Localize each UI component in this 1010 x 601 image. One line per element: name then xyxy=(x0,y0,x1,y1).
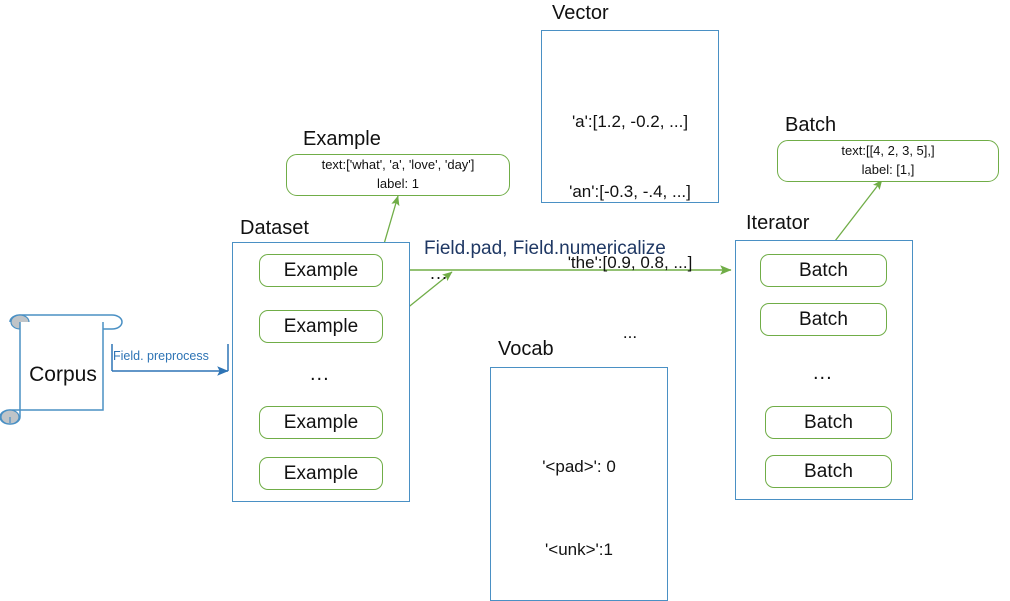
edge-label-pad-numericalize: Field.pad, Field.numericalize xyxy=(424,238,666,259)
dataset-item-ellipsis: ... xyxy=(310,363,330,385)
caption-example: Example xyxy=(303,128,381,150)
caption-vector: Vector xyxy=(552,2,609,24)
example-detail-label: label: 1 xyxy=(377,176,419,191)
caption-vocab: Vocab xyxy=(498,338,554,360)
vector-line-2: 'an':[-0.3, -.4, ...] xyxy=(569,182,691,202)
corpus-label: Corpus xyxy=(29,363,97,386)
pipeline-ellipsis: ... xyxy=(430,263,449,283)
vocab-content: '<pad>': 0 '<unk>':1 'a':2 'love':3 'wha… xyxy=(490,398,668,601)
example-detail-box: text:['what', 'a', 'love', 'day'] label:… xyxy=(286,154,510,196)
dataset-item-example-3[interactable]: Example xyxy=(259,406,383,439)
caption-batch-detail: Batch xyxy=(785,114,837,136)
iterator-item-batch-3[interactable]: Batch xyxy=(765,406,892,439)
edge-label-preprocess: Field. preprocess xyxy=(113,349,209,363)
caption-dataset: Dataset xyxy=(240,217,309,239)
vector-content: 'a':[1.2, -0.2, ...] 'an':[-0.3, -.4, ..… xyxy=(541,63,719,391)
iterator-item-batch-2[interactable]: Batch xyxy=(760,303,887,336)
batch-detail-label: label: [1,] xyxy=(861,162,915,177)
caption-iterator: Iterator xyxy=(746,212,810,234)
iterator-item-batch-4[interactable]: Batch xyxy=(765,455,892,488)
diagram-canvas: Corpus Field. preprocess Dataset Example… xyxy=(0,0,1010,601)
vocab-line-2: '<unk>':1 xyxy=(545,539,613,559)
example-detail-text: text:['what', 'a', 'love', 'day'] xyxy=(321,157,475,173)
vocab-line-1: '<pad>': 0 xyxy=(542,457,616,477)
batch-detail-box: text:[[4, 2, 3, 5],] label: [1,] xyxy=(777,140,999,182)
iterator-item-batch-1[interactable]: Batch xyxy=(760,254,887,287)
dataset-item-example-2[interactable]: Example xyxy=(259,310,383,343)
dataset-item-example-1[interactable]: Example xyxy=(259,254,383,287)
vector-line-1: 'a':[1.2, -0.2, ...] xyxy=(571,111,689,131)
dataset-item-example-4[interactable]: Example xyxy=(259,457,383,490)
vector-line-4: ... xyxy=(622,322,638,342)
iterator-item-ellipsis: ... xyxy=(813,362,833,384)
batch-detail-text: text:[[4, 2, 3, 5],] xyxy=(841,143,935,159)
